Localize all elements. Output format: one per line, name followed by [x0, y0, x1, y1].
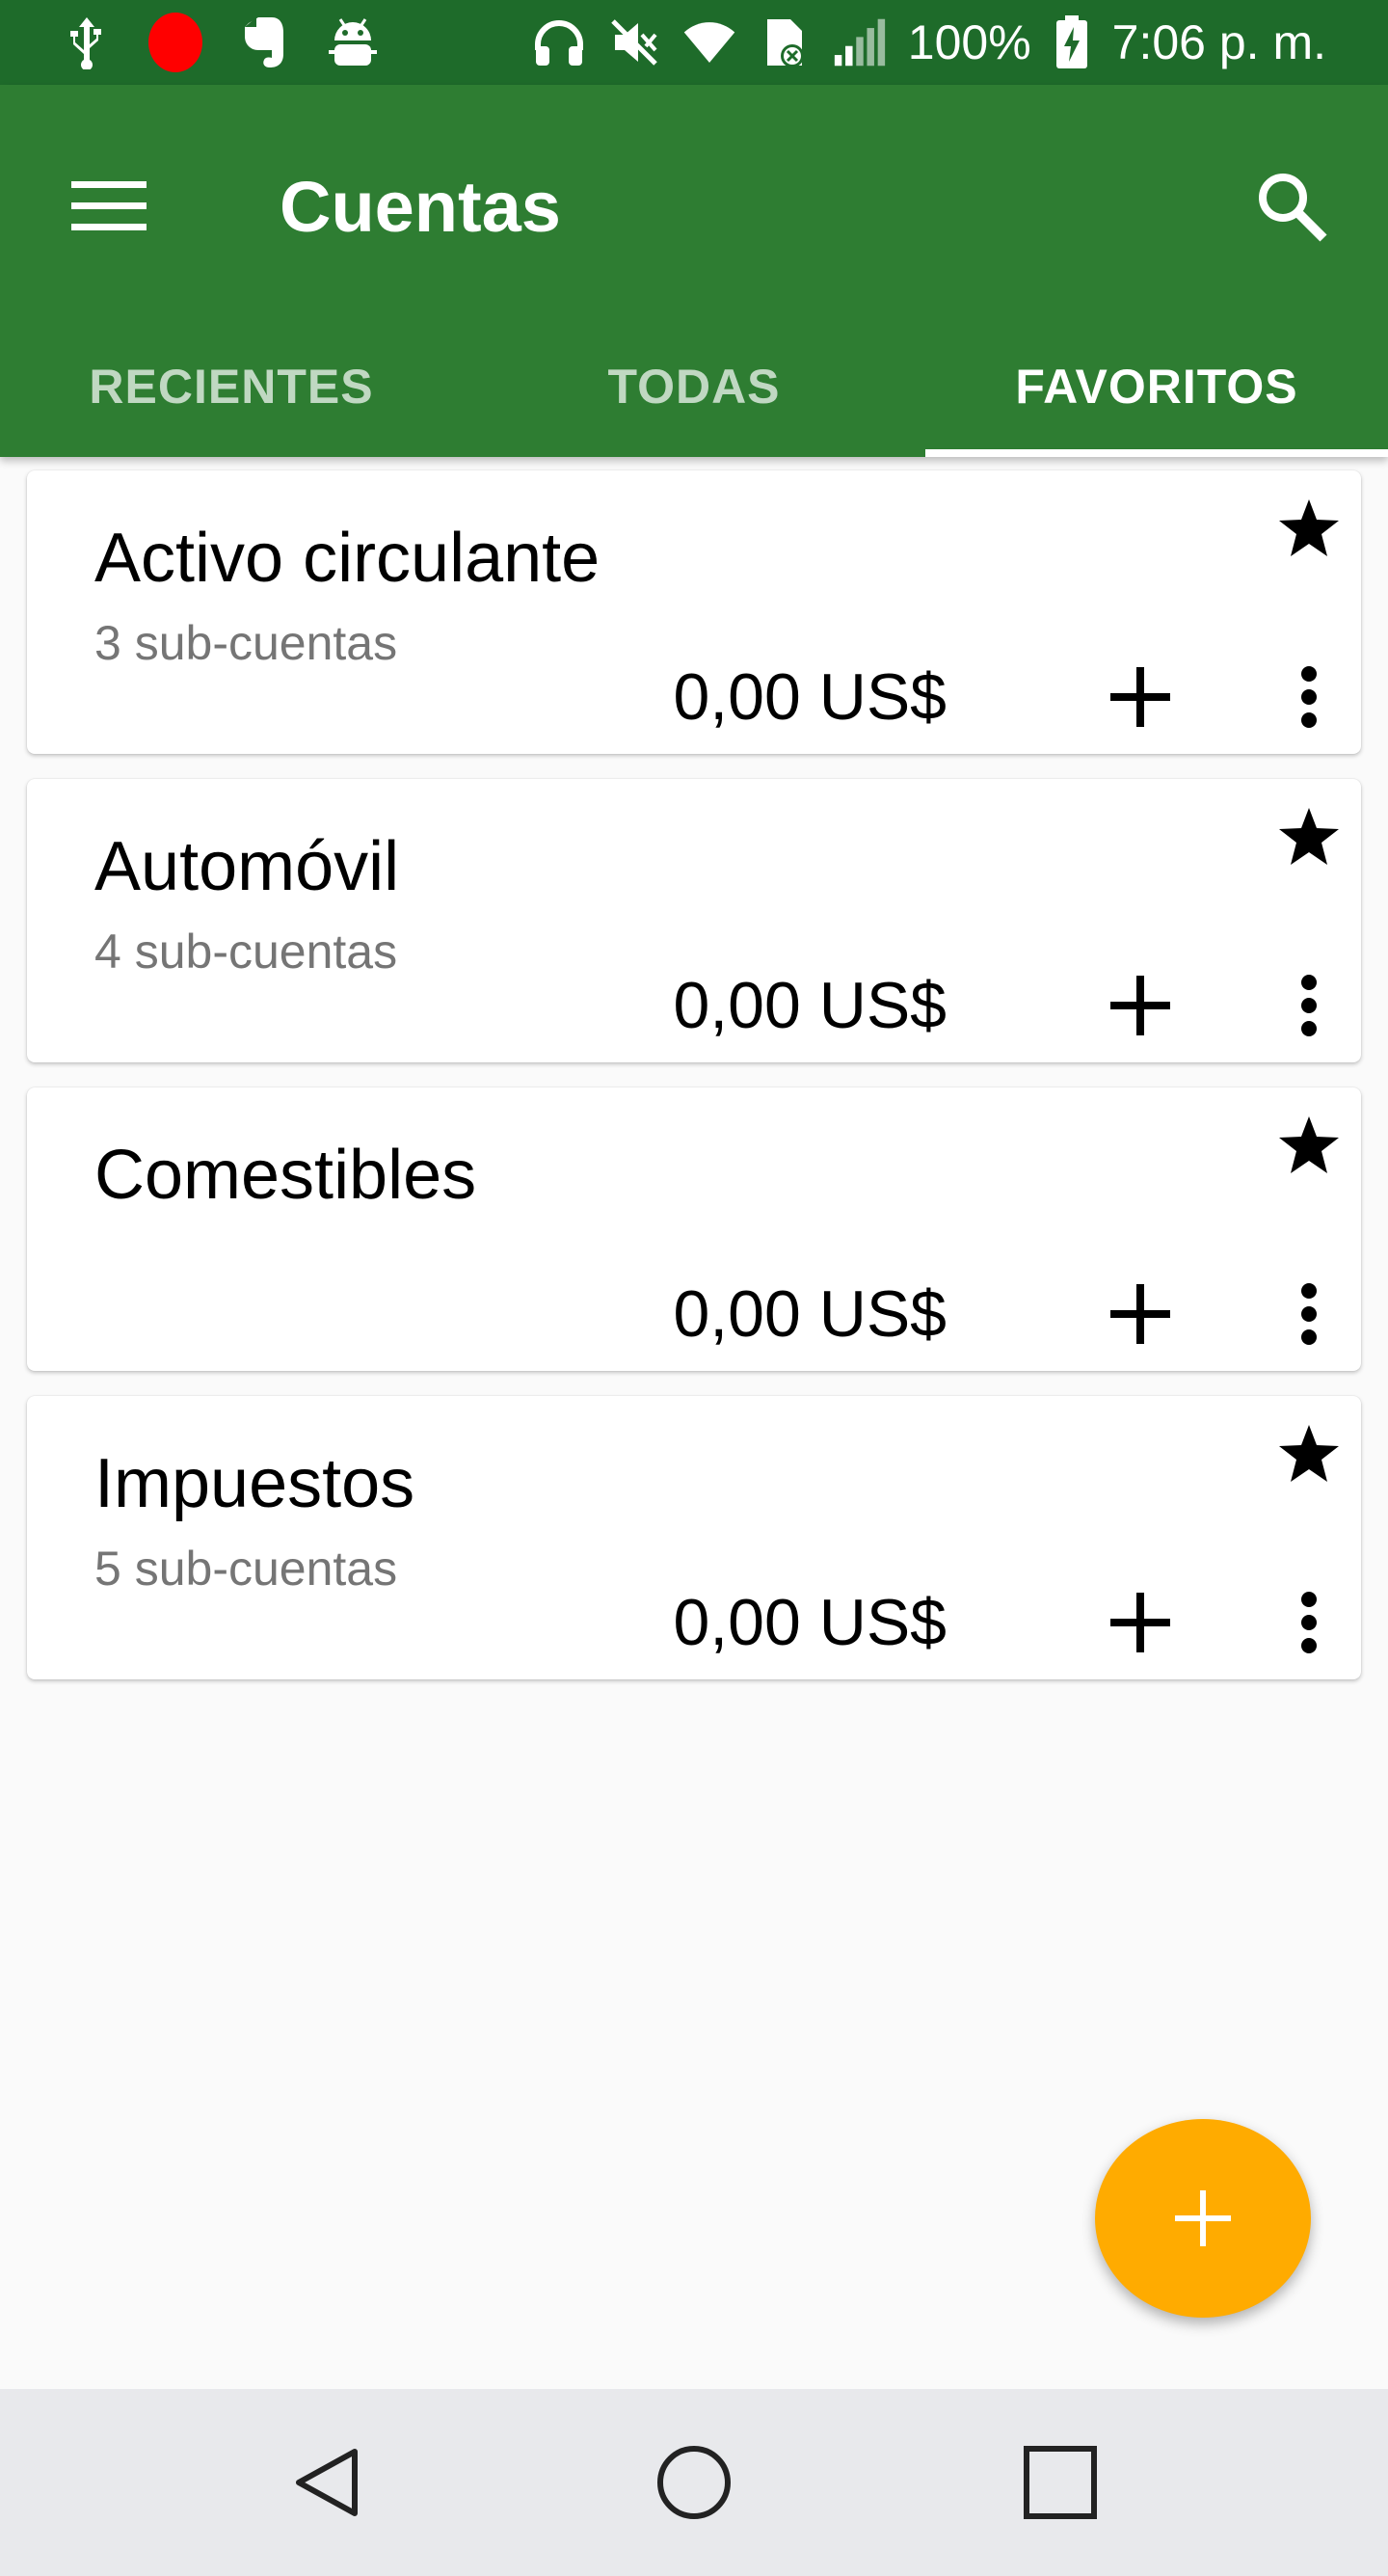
tab-todas[interactable]: TODAS [463, 316, 925, 457]
sim-error-icon [758, 15, 812, 69]
account-name: Automóvil [94, 828, 400, 905]
more-options-icon[interactable] [1280, 654, 1338, 740]
evernote-icon [237, 15, 291, 69]
account-balance: 0,00 US$ [673, 969, 947, 1042]
tab-favoritos[interactable]: FAVORITOS [925, 316, 1388, 457]
account-card[interactable]: Automóvil 4 sub-cuentas 0,00 US$ [27, 779, 1361, 1062]
add-transaction-icon[interactable] [1097, 654, 1184, 740]
page-title: Cuentas [280, 166, 561, 247]
account-name: Comestibles [94, 1137, 477, 1214]
status-bar: 100% 7:06 p. m. [0, 0, 1388, 85]
account-subaccounts: 5 sub-cuentas [94, 1542, 398, 1596]
status-icons-left [60, 0, 380, 85]
search-icon[interactable] [1234, 148, 1349, 264]
add-account-fab[interactable] [1095, 2119, 1311, 2318]
favorite-star-icon[interactable] [1270, 1107, 1348, 1184]
favorite-star-icon[interactable] [1270, 490, 1348, 567]
back-icon[interactable] [280, 2434, 376, 2531]
usb-icon [60, 15, 114, 69]
wifi-icon [682, 15, 736, 69]
account-name: Activo circulante [94, 520, 601, 597]
tab-bar: RECIENTES TODAS FAVORITOS [0, 316, 1388, 457]
app-bar: Cuentas RECIENTES TODAS FAVORITOS [0, 85, 1388, 457]
more-options-icon[interactable] [1280, 1579, 1338, 1666]
account-balance: 0,00 US$ [673, 660, 947, 734]
account-card[interactable]: Activo circulante 3 sub-cuentas 0,00 US$ [27, 470, 1361, 754]
more-options-icon[interactable] [1280, 1271, 1338, 1357]
more-options-icon[interactable] [1280, 962, 1338, 1049]
recents-icon[interactable] [1012, 2434, 1108, 2531]
tab-recientes[interactable]: RECIENTES [0, 316, 463, 457]
account-balance: 0,00 US$ [673, 1277, 947, 1351]
home-icon[interactable] [646, 2434, 742, 2531]
screen-record-icon [148, 13, 202, 72]
account-name: Impuestos [94, 1445, 415, 1522]
account-balance: 0,00 US$ [673, 1586, 947, 1659]
system-nav-bar [0, 2389, 1388, 2576]
add-transaction-icon[interactable] [1097, 1579, 1184, 1666]
add-icon [1175, 2190, 1231, 2246]
favorite-star-icon[interactable] [1270, 798, 1348, 875]
battery-percent: 100% [907, 15, 1031, 69]
signal-icon [833, 15, 887, 69]
battery-charging-icon [1053, 15, 1091, 69]
android-debug-icon [326, 15, 380, 69]
status-icons-right: 100% 7:06 p. m. [532, 0, 1326, 85]
account-card[interactable]: Comestibles 0,00 US$ [27, 1087, 1361, 1371]
hamburger-menu-icon[interactable] [56, 152, 162, 258]
add-transaction-icon[interactable] [1097, 1271, 1184, 1357]
headphones-icon [532, 15, 586, 69]
account-card[interactable]: Impuestos 5 sub-cuentas 0,00 US$ [27, 1396, 1361, 1679]
account-subaccounts: 3 sub-cuentas [94, 616, 398, 670]
add-transaction-icon[interactable] [1097, 962, 1184, 1049]
clock: 7:06 p. m. [1111, 15, 1326, 69]
mute-icon [607, 15, 661, 69]
favorite-star-icon[interactable] [1270, 1415, 1348, 1492]
account-subaccounts: 4 sub-cuentas [94, 925, 398, 979]
account-list: Activo circulante 3 sub-cuentas 0,00 US$… [27, 470, 1361, 1704]
